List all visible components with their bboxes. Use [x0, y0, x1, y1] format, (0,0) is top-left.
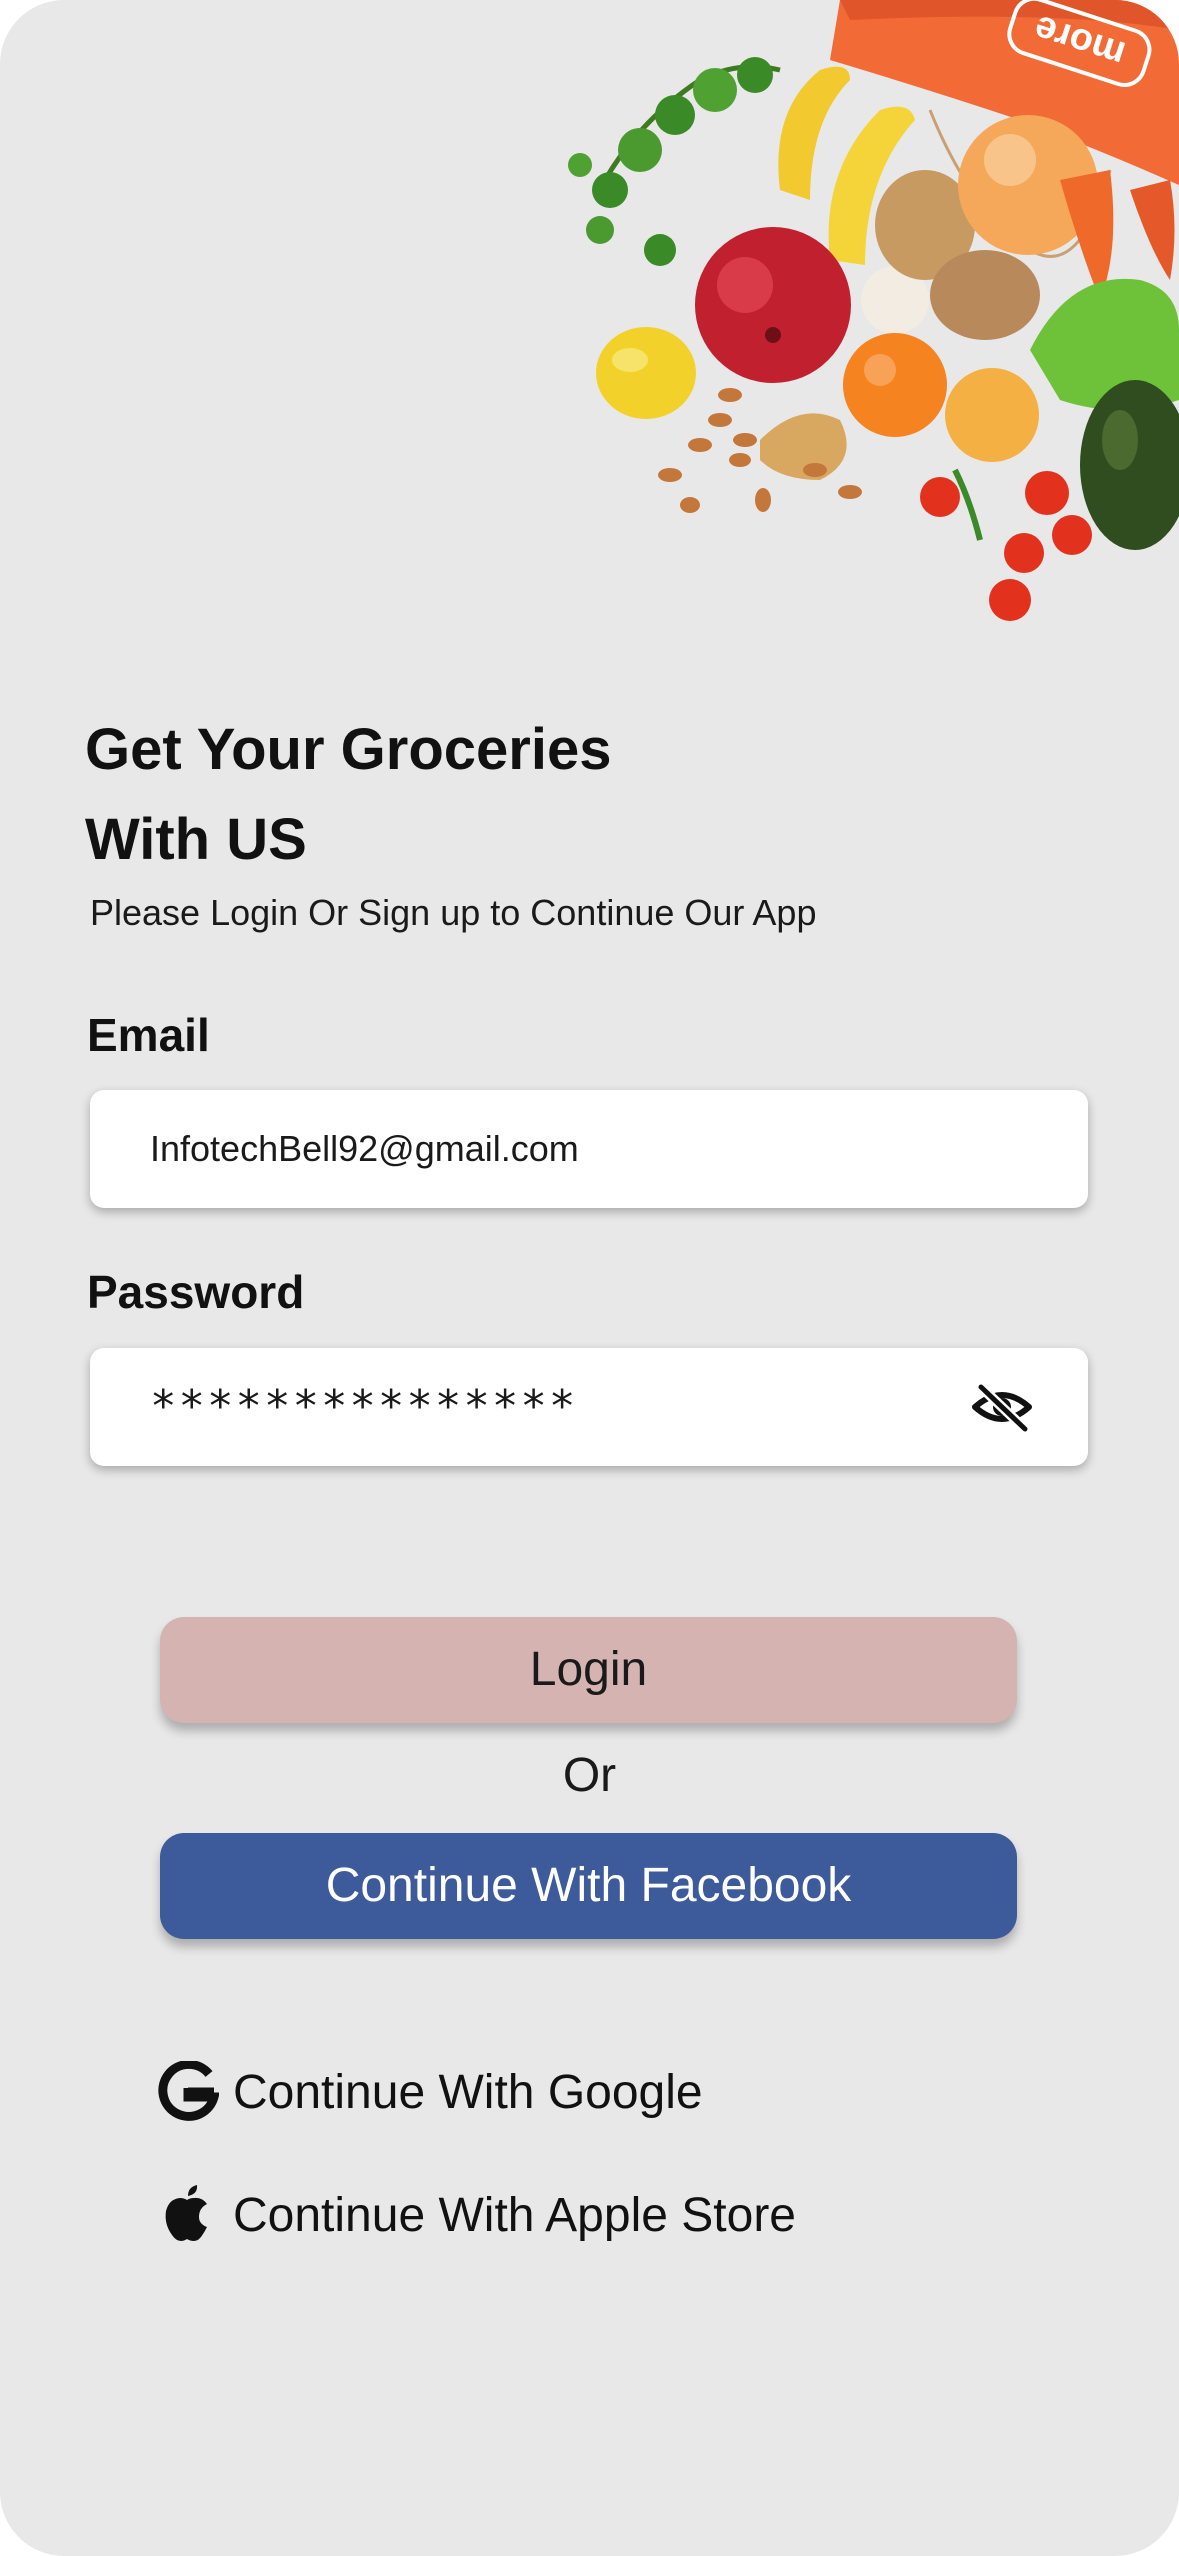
page-title-line-1: Get Your Groceries — [85, 717, 612, 782]
password-field[interactable]: *************** — [90, 1348, 1088, 1466]
cherry-tomatoes — [920, 471, 1092, 621]
email-field[interactable]: InfotechBell92@gmail.com — [90, 1090, 1088, 1208]
groceries-illustration: more — [568, 0, 1179, 621]
apple-login-button[interactable]: Continue With Apple Store — [157, 2180, 796, 2250]
login-button[interactable]: Login — [160, 1617, 1017, 1723]
eye-slash-icon[interactable] — [971, 1381, 1033, 1433]
peach — [945, 368, 1039, 462]
google-login-button[interactable]: Continue With Google — [157, 2057, 703, 2127]
facebook-login-button[interactable]: Continue With Facebook — [160, 1833, 1017, 1939]
page-title: Get Your Groceries With US — [85, 705, 985, 885]
password-label: Password — [87, 1266, 305, 1318]
email-value[interactable]: InfotechBell92@gmail.com — [150, 1090, 579, 1208]
pomegranate — [695, 227, 851, 383]
page-subtitle: Please Login Or Sign up to Continue Our … — [90, 892, 817, 933]
app-screen: more Get Your Groceries With US Please L… — [0, 0, 1179, 2556]
email-label: Email — [87, 1009, 210, 1061]
google-login-label: Continue With Google — [233, 2065, 703, 2119]
lemon — [596, 327, 696, 419]
apple-login-label: Continue With Apple Store — [233, 2188, 796, 2242]
orange — [843, 333, 947, 437]
apple-icon — [165, 2185, 207, 2241]
password-value[interactable]: *************** — [150, 1348, 577, 1466]
or-divider: Or — [562, 1749, 617, 1802]
page-title-line-2: With US — [85, 807, 307, 872]
google-icon — [158, 2061, 219, 2121]
